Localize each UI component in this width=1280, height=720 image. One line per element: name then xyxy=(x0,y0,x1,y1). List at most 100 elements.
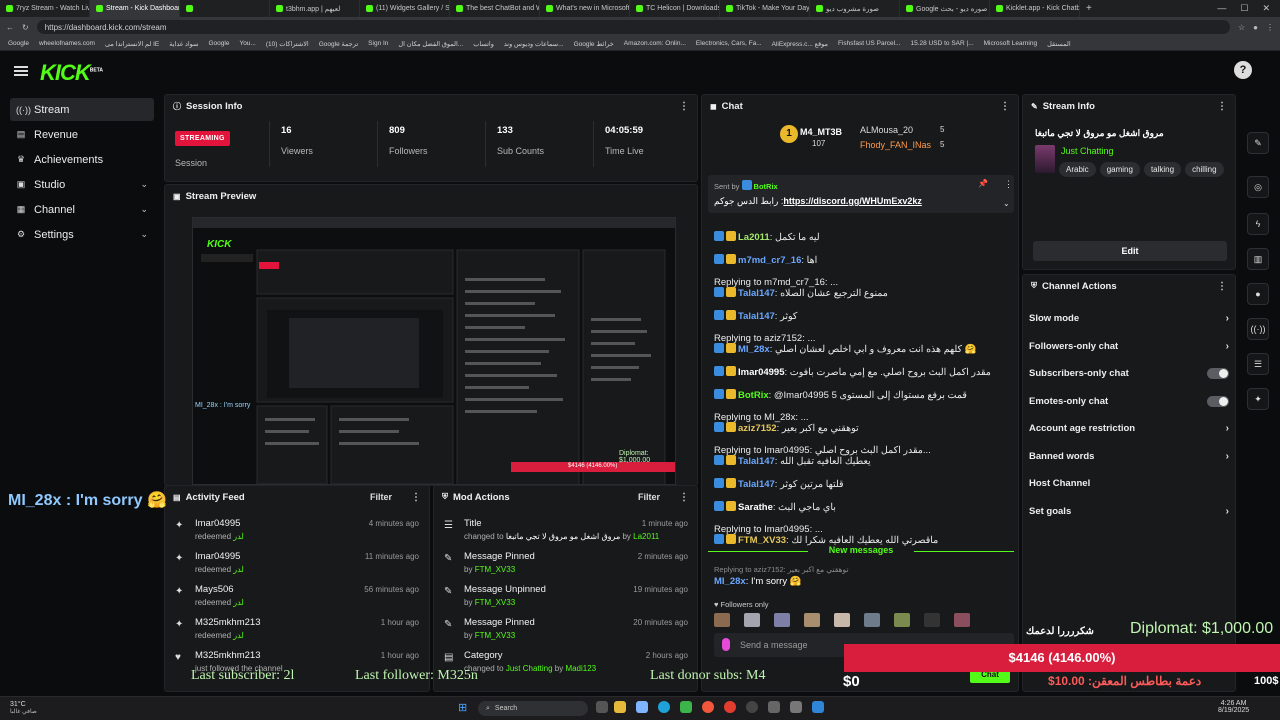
activity-username[interactable]: Imar04995 xyxy=(195,551,240,562)
activity-username[interactable]: M325mkhm213 xyxy=(195,617,260,628)
sidebar-item-channel[interactable]: ▦ Channel ⌄ xyxy=(10,198,154,221)
app-icon[interactable] xyxy=(790,701,802,713)
toggle-switch[interactable] xyxy=(1207,368,1229,379)
chat-username[interactable]: Talal147 xyxy=(738,479,775,490)
file-explorer-icon[interactable] xyxy=(614,701,626,713)
back-icon[interactable]: ← xyxy=(6,23,14,32)
chat-username[interactable]: Sarathe xyxy=(738,502,773,513)
emote[interactable] xyxy=(774,613,790,627)
chat-username[interactable]: m7md_cr7_16 xyxy=(738,255,801,266)
browser-tab[interactable]: The best ChatBot and Widg xyxy=(450,0,540,17)
broadcast-icon[interactable]: ((·)) xyxy=(1247,318,1269,340)
mod-action-value[interactable]: FTM_XV33 xyxy=(475,565,515,574)
sidebar-item-settings[interactable]: ⚙ Settings ⌄ xyxy=(10,223,154,246)
emote[interactable] xyxy=(804,613,820,627)
sidebar-item-studio[interactable]: ▣ Studio ⌄ xyxy=(10,173,154,196)
browser-tab[interactable]: Kicklet.app - Kick Chatbot a xyxy=(990,0,1080,17)
category-thumbnail[interactable] xyxy=(1035,145,1055,173)
activity-username[interactable]: M325mkhm213 xyxy=(195,650,260,661)
more-options-icon[interactable]: ⋮ xyxy=(1217,101,1227,112)
chrome-icon[interactable] xyxy=(724,701,736,713)
chat-username[interactable]: Imar04995 xyxy=(738,367,784,378)
emote-picker-icon[interactable] xyxy=(722,638,730,651)
app-icon[interactable] xyxy=(768,701,780,713)
mod-action-value[interactable]: FTM_XV33 xyxy=(475,598,515,607)
edge-icon[interactable] xyxy=(658,701,670,713)
bookmark-item[interactable]: AliExpress.c... موقع xyxy=(772,40,828,48)
activity-username[interactable]: Imar04995 xyxy=(195,518,240,529)
bookmark-item[interactable]: Sign In xyxy=(368,40,388,47)
activity-username[interactable]: Mays506 xyxy=(195,584,234,595)
channel-action-account-age-restriction[interactable]: Account age restriction › xyxy=(1029,415,1229,442)
channel-action-subscribers-only-chat[interactable]: Subscribers-only chat xyxy=(1029,360,1229,387)
mod-action-value[interactable]: FTM_XV33 xyxy=(475,631,515,640)
lightning-icon[interactable]: ϟ xyxy=(1247,213,1269,235)
browser-tab[interactable]: Google صوره ديو - بحث xyxy=(900,0,990,17)
bookmark-item[interactable]: المستقل xyxy=(1047,40,1071,48)
brave-icon[interactable] xyxy=(702,701,714,713)
chevron-down-icon[interactable]: ⌄ xyxy=(1003,199,1010,208)
emote[interactable] xyxy=(864,613,880,627)
browser-tab[interactable]: (11) Widgets Gallery / Strea xyxy=(360,0,450,17)
pencil-icon[interactable]: ✎ xyxy=(1247,132,1269,154)
sidebar-item-revenue[interactable]: ▤ Revenue xyxy=(10,123,154,146)
bookmark-item[interactable]: سواد غداية xyxy=(169,40,198,48)
mod-action-user[interactable]: La2011 xyxy=(633,532,659,541)
taskbar-search[interactable]: ⌕ Search xyxy=(478,701,588,716)
system-clock[interactable]: 4:26 AM 8/19/2025 xyxy=(1218,700,1249,714)
bookmark-item[interactable]: wheelofnames.com xyxy=(39,40,95,47)
filter-button[interactable]: Filter xyxy=(370,492,392,502)
chat-username[interactable]: La2011 xyxy=(738,232,770,243)
emote[interactable] xyxy=(834,613,850,627)
browser-menu-icon[interactable]: ⋮ xyxy=(1266,23,1274,32)
bookmark-item[interactable]: واتساب xyxy=(473,40,494,48)
more-options-icon[interactable]: ⋮ xyxy=(411,492,421,503)
minimize-button[interactable]: — xyxy=(1217,3,1226,14)
emote[interactable] xyxy=(924,613,940,627)
bookmark-item[interactable]: سماعات وديوس وند... xyxy=(504,40,564,48)
filter-button[interactable]: Filter xyxy=(638,492,660,502)
weather-widget[interactable]: 31°C صافي غالبا xyxy=(10,701,37,715)
more-options-icon[interactable]: ⋮ xyxy=(679,101,689,112)
browser-tab[interactable]: 7ryz Stream - Watch Live o xyxy=(0,0,90,17)
maximize-button[interactable]: ☐ xyxy=(1240,3,1248,14)
app-icon[interactable] xyxy=(812,701,824,713)
browser-tab[interactable]: صورة مشروب ديو xyxy=(810,0,900,17)
emote[interactable] xyxy=(954,613,970,627)
new-tab-button[interactable]: + xyxy=(1080,3,1098,14)
obs-icon[interactable] xyxy=(746,701,758,713)
channel-action-set-goals[interactable]: Set goals › xyxy=(1029,498,1229,525)
task-view-icon[interactable] xyxy=(596,701,608,713)
camera-icon[interactable]: ◎ xyxy=(1247,176,1269,198)
photos-icon[interactable] xyxy=(636,701,648,713)
bookmark-item[interactable]: Microsoft Learning xyxy=(984,40,1037,47)
pinned-link[interactable]: https://discord.gg/WHUmExv2kz xyxy=(783,196,922,206)
browser-tab[interactable] xyxy=(180,0,270,17)
more-options-icon[interactable]: ⋮ xyxy=(1217,281,1227,292)
bookmark-item[interactable]: You... xyxy=(239,40,255,47)
mod-action-user[interactable]: Madi123 xyxy=(565,664,596,673)
mod-action-value[interactable]: Just Chatting xyxy=(506,664,553,673)
document-icon[interactable]: ▥ xyxy=(1247,248,1269,270)
browser-tab[interactable]: TC Helicon | Downloads xyxy=(630,0,720,17)
star-icon[interactable]: ☆ xyxy=(1238,23,1245,32)
bookmark-item[interactable]: Google خرائط xyxy=(574,40,614,48)
pinned-more-icon[interactable]: ⋮ xyxy=(1004,179,1013,190)
channel-action-host-channel[interactable]: Host Channel xyxy=(1029,470,1229,497)
stream-tag[interactable]: talking xyxy=(1143,162,1182,177)
windows-start-icon[interactable]: ⊞ xyxy=(458,702,470,714)
category-name[interactable]: Just Chatting xyxy=(1061,146,1114,156)
bookmark-item[interactable]: Google xyxy=(208,40,229,47)
chat-username[interactable]: MI_28x xyxy=(738,344,770,355)
bookmark-item[interactable]: Google ترجمة xyxy=(319,40,358,48)
more-options-icon[interactable]: ⋮ xyxy=(679,492,689,503)
channel-action-followers-only-chat[interactable]: Followers-only chat › xyxy=(1029,333,1229,360)
emote[interactable] xyxy=(744,613,760,627)
chat-username[interactable]: aziz7152 xyxy=(738,423,777,434)
stream-preview-video[interactable]: KICK MI_28x : I'm sorry Diplomat: $1,000… xyxy=(192,217,676,485)
kick-logo[interactable]: KICKBETA xyxy=(40,60,103,86)
reload-icon[interactable]: ↻ xyxy=(22,23,29,32)
chat-username[interactable]: Talal147 xyxy=(738,311,775,322)
profile-icon[interactable]: ● xyxy=(1253,23,1258,32)
sidebar-item-achievements[interactable]: ♛ Achievements xyxy=(10,148,154,171)
